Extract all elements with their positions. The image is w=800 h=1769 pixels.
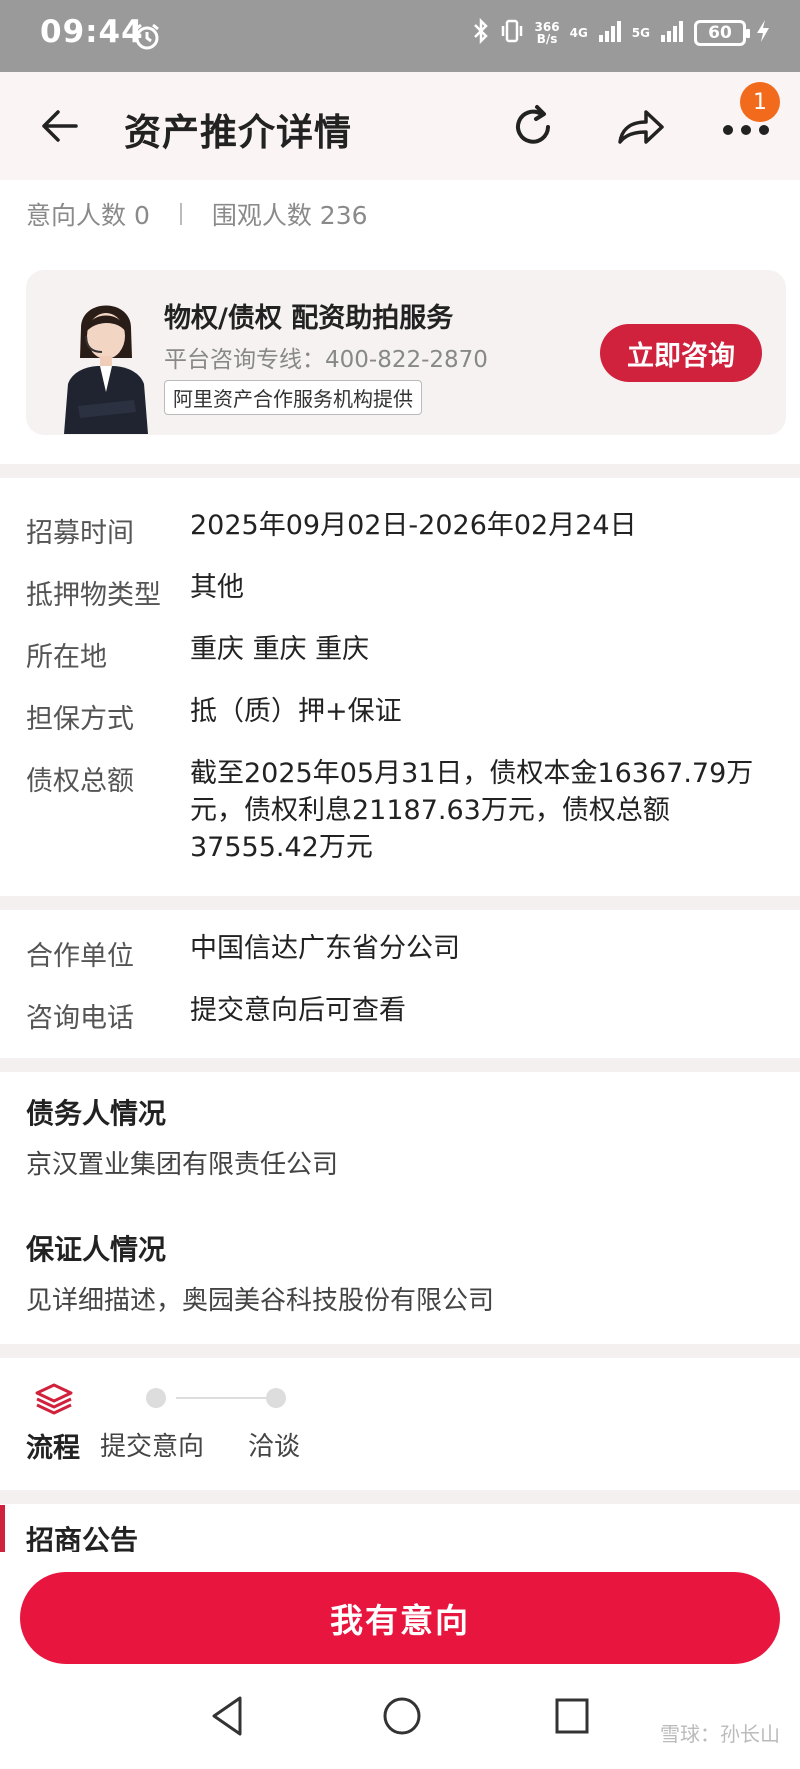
section-divider — [0, 1058, 800, 1072]
flow-label: 流程 — [26, 1433, 80, 1464]
detail-label: 招募时间 — [26, 518, 134, 549]
notice-accent-bar — [0, 1505, 5, 1553]
status-bar: 09:44 366 B/s 4G 5G 60 — [0, 0, 800, 72]
layers-icon — [34, 1382, 74, 1420]
guarantor-title: 保证人情况 — [26, 1233, 167, 1266]
nav-back-triangle-icon[interactable] — [208, 1694, 248, 1742]
consult-phone: 平台咨询专线：400-822-2870 — [164, 347, 488, 373]
phone-label: 咨询电话 — [26, 1003, 134, 1034]
flow-step-negotiate: 洽谈 — [248, 1432, 301, 1462]
section-divider — [0, 896, 800, 910]
count-separator — [179, 203, 182, 225]
guarantor-text: 见详细描述，奥园美谷科技股份有限公司 — [26, 1286, 495, 1316]
bottom-action-bar: 我有意向 — [0, 1552, 800, 1670]
debtor-text: 京汉置业集团有限责任公司 — [26, 1150, 339, 1180]
detail-label: 担保方式 — [26, 704, 134, 735]
nav-home-circle-icon[interactable] — [380, 1694, 424, 1742]
net-5g-label: 5G — [631, 26, 650, 40]
page-title: 资产推介详情 — [124, 111, 352, 154]
share-icon[interactable] — [614, 102, 666, 156]
notification-badge: 1 — [740, 82, 780, 122]
consult-provider-tag: 阿里资产合作服务机构提供 — [164, 380, 422, 415]
consult-card: 物权/债权 配资助拍服务 平台咨询专线：400-822-2870 阿里资产合作服… — [26, 270, 786, 435]
detail-value: 截至2025年05月31日，债权本金16367.79万元，债权利息21187.6… — [190, 758, 754, 863]
section-divider — [0, 1344, 800, 1358]
section-divider — [0, 1490, 800, 1504]
section-divider — [0, 464, 800, 478]
detail-value: 其他 — [190, 572, 244, 603]
view-count: 围观人数 236 — [211, 201, 368, 230]
detail-label: 债权总额 — [26, 766, 134, 797]
detail-value: 重庆 重庆 重庆 — [190, 634, 370, 665]
signal-icon — [660, 19, 684, 47]
charging-icon — [756, 19, 770, 47]
watermark: 雪球：孙长山 — [660, 1722, 780, 1746]
nav-recents-square-icon[interactable] — [552, 1694, 592, 1742]
flow-step-dot — [266, 1388, 286, 1408]
refresh-icon[interactable] — [508, 102, 558, 156]
bluetooth-icon — [473, 17, 489, 48]
alarm-icon — [132, 22, 162, 56]
consultant-avatar — [56, 288, 156, 434]
debtor-title: 债务人情况 — [26, 1097, 167, 1130]
flow-connector — [176, 1397, 268, 1399]
flow-step-submit: 提交意向 — [100, 1432, 205, 1462]
status-icons: 366 B/s 4G 5G 60 — [473, 17, 770, 48]
detail-value: 抵（质）押+保证 — [190, 696, 402, 727]
consult-title: 物权/债权 配资助拍服务 — [164, 303, 454, 334]
system-nav-bar: 雪球：孙长山 — [0, 1670, 800, 1769]
participation-counts: 意向人数 0 围观人数 236 — [26, 196, 368, 232]
partner-label: 合作单位 — [26, 941, 134, 972]
net-speed: 366 B/s — [534, 20, 560, 46]
notice-section: 招商公告 — [0, 1505, 800, 1557]
detail-value: 2025年09月02日-2026年02月24日 — [190, 510, 637, 541]
status-time: 09:44 — [40, 14, 144, 50]
consult-now-button[interactable]: 立即咨询 — [600, 324, 762, 382]
vibrate-icon — [499, 18, 525, 48]
detail-label: 所在地 — [26, 642, 107, 673]
top-navbar: 资产推介详情 1 — [0, 72, 800, 180]
battery-icon: 60 — [694, 20, 750, 46]
detail-label: 抵押物类型 — [26, 580, 161, 611]
intent-button[interactable]: 我有意向 — [20, 1572, 780, 1664]
process-flow: 流程 提交意向 洽谈 — [0, 1360, 800, 1490]
intent-count: 意向人数 0 — [26, 201, 150, 230]
more-icon[interactable] — [722, 122, 770, 141]
partner-value: 中国信达广东省分公司 — [190, 933, 460, 964]
phone-value: 提交意向后可查看 — [190, 995, 406, 1026]
flow-step-dot — [146, 1388, 166, 1408]
signal-icon — [598, 19, 622, 47]
back-arrow-icon[interactable] — [40, 106, 80, 150]
net-4g-label: 4G — [569, 26, 588, 40]
